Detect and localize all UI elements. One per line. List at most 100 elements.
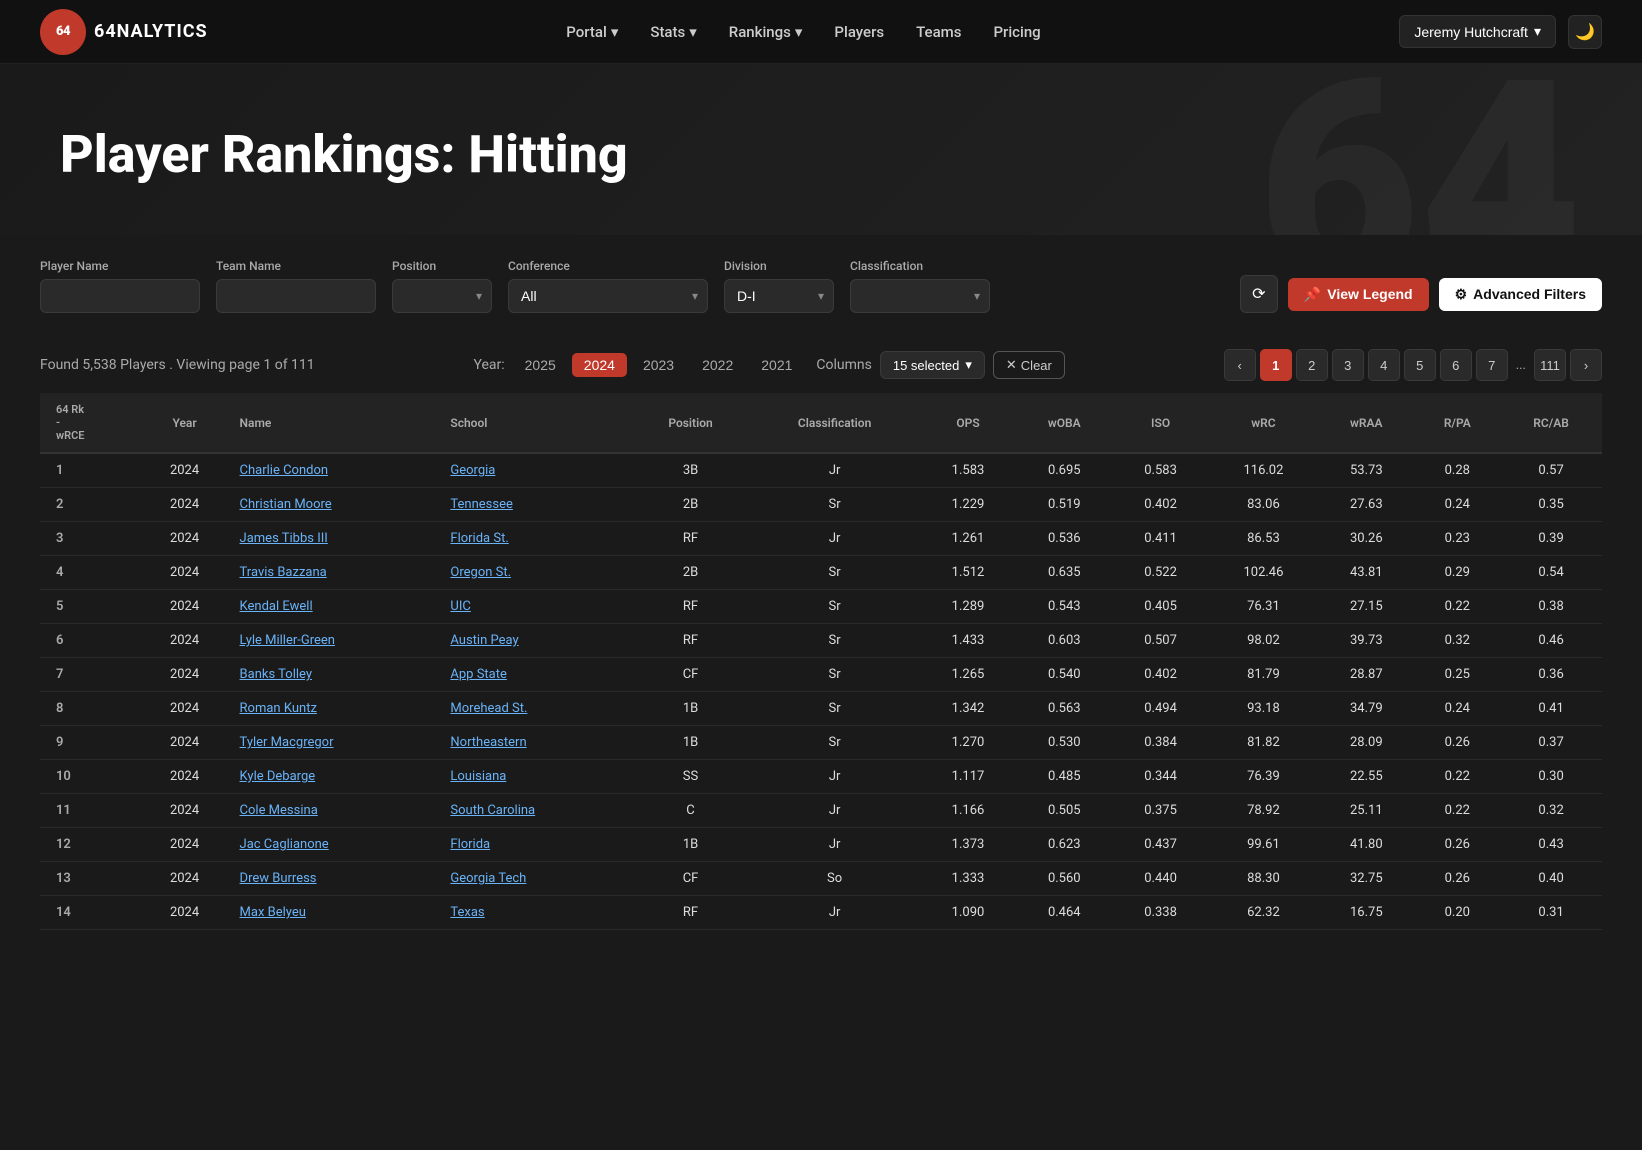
player-link[interactable]: Cole Messina [240,803,318,818]
division-filter: Division D-I D-II D-III NAIA [724,259,834,313]
chevron-down-icon: ▾ [611,23,619,41]
school-link[interactable]: Oregon St. [450,565,511,580]
cell-iso: 0.338 [1112,896,1208,930]
cell-wraa: 30.26 [1318,522,1414,556]
cell-woba: 0.695 [1016,453,1112,488]
dark-mode-toggle[interactable]: 🌙 [1568,15,1602,49]
team-name-label: Team Name [216,259,376,273]
player-link[interactable]: Roman Kuntz [240,701,317,716]
cell-ops: 1.373 [920,828,1016,862]
cell-wraa: 39.73 [1318,624,1414,658]
nav-players[interactable]: Players [834,23,884,41]
player-link[interactable]: Kyle Debarge [240,769,316,784]
cell-woba: 0.464 [1016,896,1112,930]
school-link[interactable]: Morehead St. [450,701,527,716]
player-link[interactable]: Max Belyeu [240,905,306,920]
player-link[interactable]: Drew Burress [240,871,317,886]
school-link[interactable]: Northeastern [450,735,526,750]
table-container: 64 Rk - wRCE Year Name School Position C… [0,393,1642,970]
player-link[interactable]: Charlie Condon [240,463,329,478]
year-tab-2022[interactable]: 2022 [690,353,745,377]
cell-rpa: 0.26 [1414,828,1500,862]
position-select[interactable]: 1B 2B 3B SS C RF CF LF [392,279,492,313]
year-tab-2024[interactable]: 2024 [572,353,627,377]
cell-wrc: 93.18 [1209,692,1319,726]
player-link[interactable]: Tyler Macgregor [240,735,334,750]
cell-rank: 2 [40,488,140,522]
columns-select-button[interactable]: 15 selected ▾ [880,351,985,379]
school-link[interactable]: Florida St. [450,531,508,546]
user-menu-button[interactable]: Jeremy Hutchcraft ▾ [1399,15,1556,48]
school-link[interactable]: Austin Peay [450,633,518,648]
nav-stats[interactable]: Stats ▾ [650,23,696,41]
page-last-button[interactable]: 111 [1534,349,1566,381]
cell-wraa: 53.73 [1318,453,1414,488]
cell-position: 2B [632,488,750,522]
next-page-button[interactable]: › [1570,349,1602,381]
page-1-button[interactable]: 1 [1260,349,1292,381]
school-link[interactable]: Georgia [450,463,495,478]
nav-rankings[interactable]: Rankings ▾ [729,23,803,41]
school-link[interactable]: Florida [450,837,490,852]
year-tab-2023[interactable]: 2023 [631,353,686,377]
col-rpa: R/PA [1414,393,1500,453]
division-select[interactable]: D-I D-II D-III NAIA [724,279,834,313]
classification-select[interactable]: Fr So Jr Sr [850,279,990,313]
cell-name: Kyle Debarge [230,760,441,794]
advanced-filters-button[interactable]: ⚙ Advanced Filters [1439,278,1602,311]
clear-button[interactable]: ✕ Clear [993,351,1065,379]
cell-ops: 1.342 [920,692,1016,726]
nav-portal[interactable]: Portal ▾ [566,23,618,41]
school-link[interactable]: South Carolina [450,803,535,818]
nav-pricing[interactable]: Pricing [993,23,1040,41]
cell-wrc: 81.79 [1209,658,1319,692]
school-link[interactable]: Tennessee [450,497,512,512]
cell-school: Morehead St. [440,692,631,726]
page-4-button[interactable]: 4 [1368,349,1400,381]
position-filter: Position 1B 2B 3B SS C RF CF LF [392,259,492,313]
page-7-button[interactable]: 7 [1476,349,1508,381]
page-2-button[interactable]: 2 [1296,349,1328,381]
page-5-button[interactable]: 5 [1404,349,1436,381]
player-link[interactable]: James Tibbs III [240,531,328,546]
school-link[interactable]: Louisiana [450,769,506,784]
cell-position: CF [632,658,750,692]
player-link[interactable]: Travis Bazzana [240,565,327,580]
year-tab-2021[interactable]: 2021 [749,353,804,377]
cell-school: Florida [440,828,631,862]
prev-page-button[interactable]: ‹ [1224,349,1256,381]
nav-teams[interactable]: Teams [916,23,961,41]
filter-actions: ⟳ 📌 View Legend ⚙ Advanced Filters [1240,275,1602,313]
cell-rpa: 0.26 [1414,862,1500,896]
player-link[interactable]: Jac Caglianone [240,837,329,852]
page-6-button[interactable]: 6 [1440,349,1472,381]
refresh-button[interactable]: ⟳ [1240,275,1278,313]
table-row: 10 2024 Kyle Debarge Louisiana SS Jr 1.1… [40,760,1602,794]
player-link[interactable]: Lyle Miller-Green [240,633,335,648]
col-ops: OPS [920,393,1016,453]
table-body: 1 2024 Charlie Condon Georgia 3B Jr 1.58… [40,453,1602,930]
view-legend-button[interactable]: 📌 View Legend [1288,278,1429,311]
cell-classification: So [749,862,920,896]
player-link[interactable]: Christian Moore [240,497,332,512]
page-3-button[interactable]: 3 [1332,349,1364,381]
school-link[interactable]: Georgia Tech [450,871,526,886]
school-link[interactable]: App State [450,667,507,682]
conference-label: Conference [508,259,708,273]
school-link[interactable]: Texas [450,905,484,920]
hero-section: 64 Player Rankings: Hitting [0,64,1642,235]
school-link[interactable]: UIC [450,599,470,614]
team-name-input[interactable] [216,279,376,313]
player-link[interactable]: Kendal Ewell [240,599,313,614]
player-link[interactable]: Banks Tolley [240,667,312,682]
logo-text: 64NALYTICS [94,21,208,42]
logo[interactable]: 64 64NALYTICS [40,9,208,55]
cell-year: 2024 [140,692,230,726]
year-tab-2025[interactable]: 2025 [513,353,568,377]
player-name-filter: Player Name [40,259,200,313]
cell-wrc: 81.82 [1209,726,1319,760]
player-name-input[interactable] [40,279,200,313]
cell-rank: 14 [40,896,140,930]
conference-select[interactable]: All ACC SEC Big 12 Pac-12 Big Ten [508,279,708,313]
cell-name: Roman Kuntz [230,692,441,726]
